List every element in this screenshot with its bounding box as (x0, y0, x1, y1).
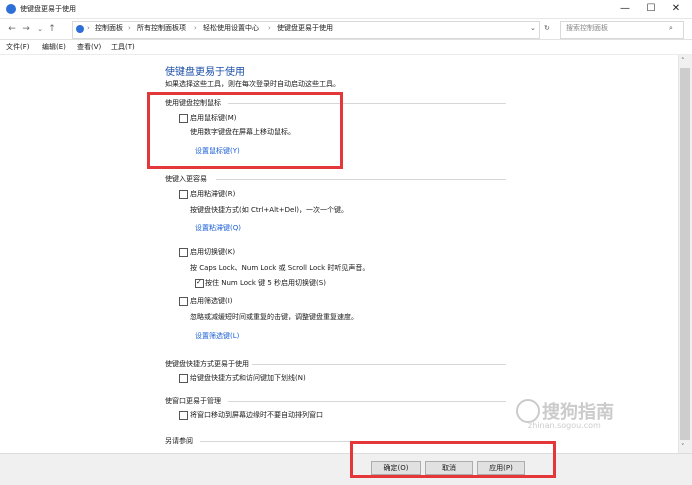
toggle-keys-label[interactable]: 启用切换键(K) (190, 248, 235, 257)
toggle-keys-description: 按 Caps Lock、Num Lock 或 Scroll Lock 时听见声音… (190, 264, 370, 272)
scroll-down-icon[interactable]: ˅ (681, 443, 685, 452)
section-header-easier-typing: 使键入更容易 (165, 175, 207, 183)
window-app-icon (6, 4, 16, 14)
title-bar (0, 0, 692, 19)
recent-dropdown-icon[interactable]: ⌄ (34, 22, 46, 36)
highlight-box-footer-buttons (350, 441, 556, 478)
breadcrumb-separator: › (128, 24, 131, 32)
sticky-keys-description: 按键盘快捷方式(如 Ctrl+Alt+Del)，一次一个键。 (190, 206, 348, 214)
sticky-keys-checkbox[interactable] (179, 190, 188, 199)
search-placeholder: 搜索控制面板 (566, 24, 608, 32)
section-divider (252, 364, 506, 365)
minimize-button[interactable]: — (614, 2, 636, 16)
menu-file[interactable]: 文件(F) (6, 43, 30, 52)
breadcrumb-item[interactable]: 所有控制面板项 (137, 24, 186, 33)
filter-keys-checkbox[interactable] (179, 297, 188, 306)
set-up-filter-keys-link[interactable]: 设置筛选键(L) (195, 332, 239, 341)
set-up-sticky-keys-link[interactable]: 设置粘滞键(Q) (195, 224, 241, 233)
highlight-box-mouse-keys (147, 92, 343, 169)
breadcrumb-separator: › (87, 24, 90, 32)
menu-tools[interactable]: 工具(T) (111, 43, 135, 52)
menu-view[interactable]: 查看(V) (77, 43, 101, 52)
dialog-footer (0, 453, 692, 485)
scroll-up-icon[interactable]: ˄ (681, 57, 685, 66)
address-dropdown-icon[interactable]: ⌄ (530, 24, 536, 33)
filter-keys-label[interactable]: 启用筛选键(I) (190, 297, 233, 306)
refresh-icon[interactable]: ↻ (544, 24, 550, 33)
underline-shortcuts-label[interactable]: 给键盘快捷方式和访问键加下划线(N) (190, 374, 306, 383)
scrollbar-thumb[interactable] (680, 68, 690, 440)
breadcrumb-item[interactable]: 控制面板 (95, 24, 123, 33)
page-subtitle: 如果选择这些工具，则在每次登录时自动启动这些工具。 (165, 80, 340, 88)
sticky-keys-label[interactable]: 启用粘滞键(R) (190, 190, 235, 199)
section-header-shortcuts: 使键盘快捷方式更易于使用 (165, 360, 249, 368)
maximize-button[interactable]: ☐ (640, 2, 662, 16)
section-header-window-management: 使窗口更易于管理 (165, 397, 221, 405)
num-lock-toggle-label[interactable]: 按住 Num Lock 键 5 秒启用切换键(S) (205, 279, 326, 288)
menu-edit[interactable]: 编辑(E) (42, 43, 66, 52)
filter-keys-description: 忽略或减缓短时间或重复的击键，调整键盘重复速度。 (190, 313, 358, 321)
section-divider (228, 401, 506, 402)
up-icon[interactable]: ↑ (46, 22, 58, 36)
back-icon[interactable]: ← (6, 22, 18, 36)
underline-shortcuts-checkbox[interactable] (179, 374, 188, 383)
disable-auto-arrange-label[interactable]: 将窗口移动到屏幕边缘时不要自动排列窗口 (190, 411, 323, 420)
menu-bar (0, 40, 692, 55)
search-icon[interactable]: ⌕ (669, 24, 673, 33)
breadcrumb-item[interactable]: 使键盘更易于使用 (277, 24, 333, 33)
close-button[interactable]: ✕ (665, 2, 687, 16)
num-lock-toggle-checkbox[interactable] (195, 278, 204, 288)
disable-auto-arrange-checkbox[interactable] (179, 411, 188, 420)
watermark-url: zhinan.sogou.com (528, 421, 601, 430)
breadcrumb-separator: › (194, 24, 197, 32)
page-title: 使键盘更易于使用 (165, 67, 245, 78)
toggle-keys-checkbox[interactable] (179, 248, 188, 257)
section-header-see-also: 另请参阅 (165, 437, 193, 445)
window-title: 使键盘更易于使用 (20, 5, 76, 13)
sogou-watermark-icon (516, 399, 540, 423)
breadcrumb-item[interactable]: 轻松使用设置中心 (203, 24, 259, 33)
section-divider (216, 179, 506, 180)
breadcrumb-separator: › (268, 24, 271, 32)
control-panel-icon (76, 25, 84, 33)
forward-icon[interactable]: → (20, 22, 32, 36)
